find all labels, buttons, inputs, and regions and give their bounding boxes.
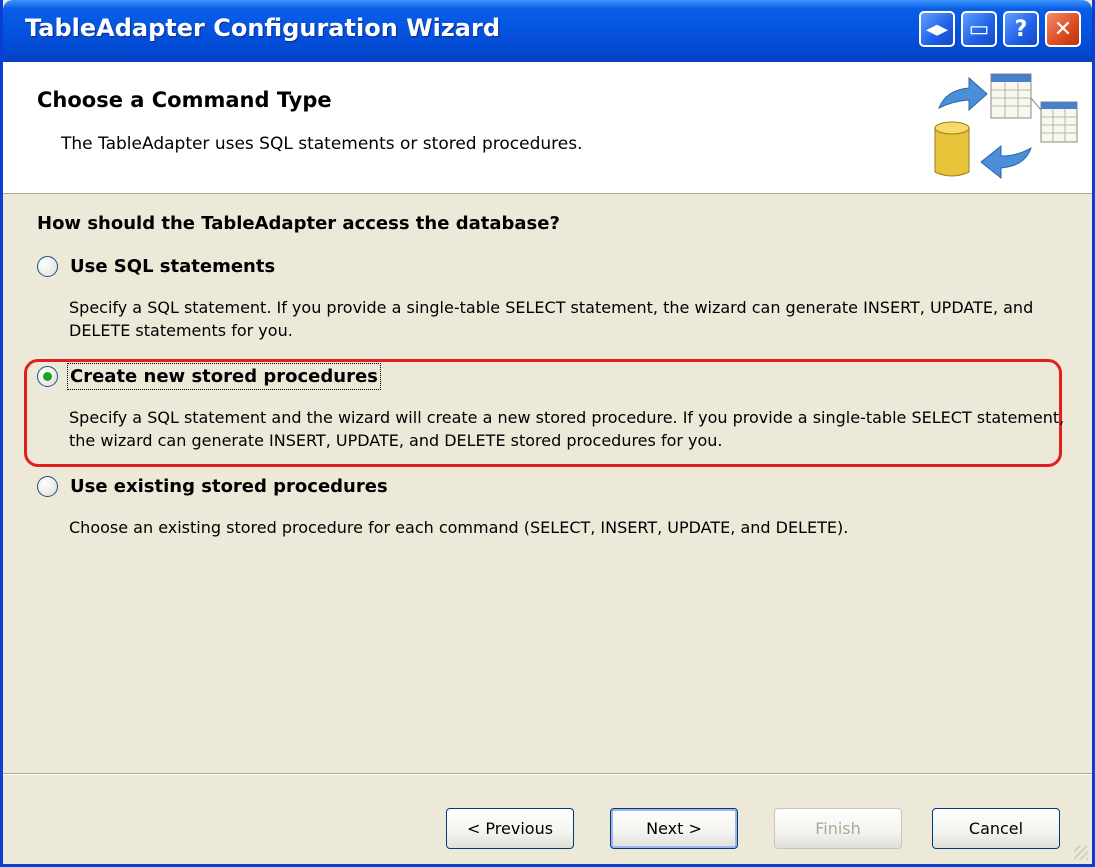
radio-use-existing-stored-procedures[interactable] bbox=[37, 476, 58, 497]
radio-use-sql-statements[interactable] bbox=[37, 256, 58, 277]
next-button[interactable]: Next > bbox=[610, 808, 738, 849]
option-description: Choose an existing stored procedure for … bbox=[69, 518, 849, 537]
option-description: Specify a SQL statement and the wizard w… bbox=[69, 408, 1065, 450]
expand-icon[interactable]: ◂▸ bbox=[919, 11, 955, 47]
footer-separator bbox=[3, 773, 1092, 775]
finish-button: Finish bbox=[774, 808, 902, 849]
page-title: Choose a Command Type bbox=[37, 88, 332, 112]
radio-create-new-stored-procedures[interactable] bbox=[37, 366, 58, 387]
restore-icon[interactable]: ▭ bbox=[961, 11, 997, 47]
wizard-window: TableAdapter Configuration Wizard ◂▸ ▭ ?… bbox=[0, 0, 1095, 867]
database-tables-icon bbox=[934, 73, 1078, 180]
option-label[interactable]: Create new stored procedures bbox=[67, 363, 381, 390]
window-title: TableAdapter Configuration Wizard bbox=[25, 14, 501, 42]
previous-button[interactable]: < Previous bbox=[446, 808, 574, 849]
option-use-sql-statements[interactable]: Use SQL statements bbox=[37, 256, 275, 277]
option-label[interactable]: Use existing stored procedures bbox=[70, 476, 388, 497]
help-icon[interactable]: ? bbox=[1003, 11, 1039, 47]
option-label[interactable]: Use SQL statements bbox=[70, 256, 275, 277]
cancel-button[interactable]: Cancel bbox=[932, 808, 1060, 849]
resize-grip[interactable] bbox=[1074, 846, 1088, 860]
page-subtitle: The TableAdapter uses SQL statements or … bbox=[61, 134, 583, 154]
question-label: How should the TableAdapter access the d… bbox=[37, 213, 560, 234]
option-use-existing-stored-procedures[interactable]: Use existing stored procedures bbox=[37, 476, 388, 497]
option-create-new-stored-procedures[interactable]: Create new stored procedures bbox=[37, 363, 381, 390]
wizard-header: Choose a Command Type The TableAdapter u… bbox=[3, 62, 1092, 194]
option-description: Specify a SQL statement. If you provide … bbox=[69, 298, 1034, 340]
close-icon[interactable]: ✕ bbox=[1045, 11, 1081, 47]
title-bar[interactable]: TableAdapter Configuration Wizard ◂▸ ▭ ?… bbox=[3, 0, 1092, 62]
